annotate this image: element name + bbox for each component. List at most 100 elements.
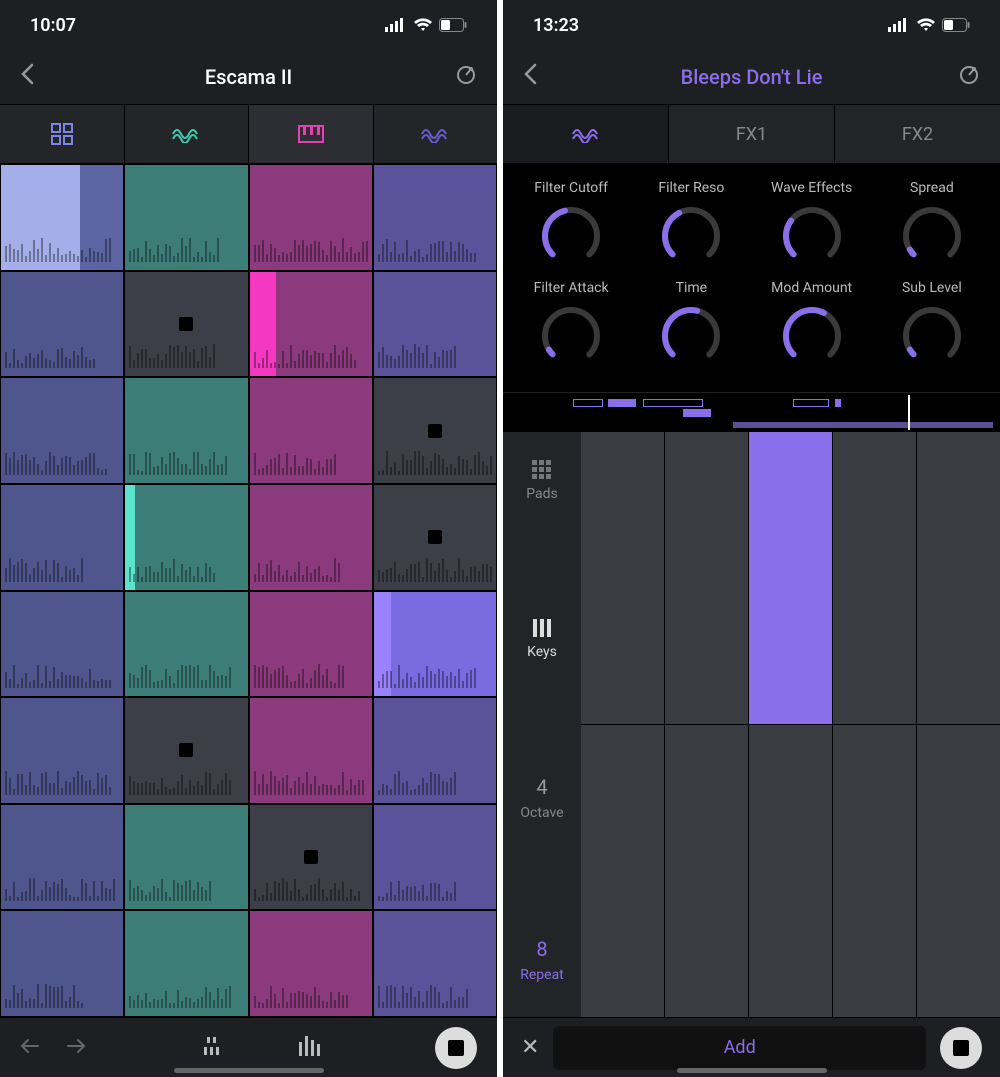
home-indicator: [174, 1068, 324, 1073]
keys-icon: [532, 618, 552, 638]
tab-fx1[interactable]: FX1: [669, 105, 835, 163]
undo-icon[interactable]: [20, 1036, 44, 1060]
redo-icon[interactable]: [62, 1036, 86, 1060]
sidebar-repeat[interactable]: 8 Repeat: [520, 937, 564, 983]
fx-tabs: FX1 FX2: [503, 104, 1000, 164]
clip-2-2[interactable]: [249, 377, 373, 484]
clip-0-0[interactable]: [0, 164, 124, 271]
knob-wave-effects[interactable]: Wave Effects: [754, 180, 869, 268]
knob-time[interactable]: Time: [634, 280, 749, 368]
bottom-toolbar: ✕ Add: [503, 1017, 1000, 1077]
close-button[interactable]: ✕: [521, 1035, 539, 1060]
clip-5-1[interactable]: [124, 697, 248, 804]
status-time: 13:23: [533, 15, 579, 36]
key-6[interactable]: [581, 725, 664, 1017]
track-tab-0[interactable]: [0, 105, 125, 163]
key-2[interactable]: [665, 432, 748, 724]
clip-0-1[interactable]: [124, 164, 248, 271]
clip-7-3[interactable]: [373, 910, 497, 1017]
clip-2-0[interactable]: [0, 377, 124, 484]
knob-sub-level[interactable]: Sub Level: [874, 280, 989, 368]
clip-7-0[interactable]: [0, 910, 124, 1017]
keys-grid: [581, 432, 1000, 1017]
stop-button[interactable]: [940, 1027, 982, 1069]
track-tab-2[interactable]: [249, 105, 374, 163]
signal-icon: [888, 18, 910, 32]
status-time: 10:07: [30, 15, 76, 36]
clip-7-1[interactable]: [124, 910, 248, 1017]
key-3[interactable]: [749, 432, 832, 724]
clip-6-3[interactable]: [373, 804, 497, 911]
clip-6-2[interactable]: [249, 804, 373, 911]
stop-button[interactable]: [435, 1027, 477, 1069]
status-bar: 10:07: [0, 0, 497, 50]
key-4[interactable]: [833, 432, 916, 724]
clip-3-0[interactable]: [0, 484, 124, 591]
signal-icon: [385, 18, 407, 32]
phone-right: 13:23 Bleeps Don't Lie FX1 FX2 Filter Cu…: [503, 0, 1000, 1077]
knob-filter-attack[interactable]: Filter Attack: [513, 280, 628, 368]
metronome-icon[interactable]: [958, 64, 980, 90]
key-7[interactable]: [665, 725, 748, 1017]
home-indicator: [677, 1068, 827, 1073]
bottom-toolbar: [0, 1017, 497, 1077]
mixer-icon[interactable]: [298, 1036, 320, 1060]
clip-6-1[interactable]: [124, 804, 248, 911]
back-button[interactable]: [20, 63, 34, 91]
phone-left: 10:07 Escama II: [0, 0, 497, 1077]
clip-5-3[interactable]: [373, 697, 497, 804]
clip-3-1[interactable]: [124, 484, 248, 591]
key-10[interactable]: [917, 725, 1000, 1017]
clip-3-3[interactable]: [373, 484, 497, 591]
clip-1-3[interactable]: [373, 271, 497, 378]
key-8[interactable]: [749, 725, 832, 1017]
nav-bar: Escama II: [0, 50, 497, 104]
tab-synth[interactable]: [503, 105, 669, 163]
knob-filter-reso[interactable]: Filter Reso: [634, 180, 749, 268]
clip-0-3[interactable]: [373, 164, 497, 271]
status-indicators: [385, 18, 467, 32]
page-title: Escama II: [205, 65, 292, 89]
key-5[interactable]: [917, 432, 1000, 724]
keys-sidebar: Pads Keys 4 Octave 8 Repeat: [503, 432, 581, 1017]
clip-grid: [0, 164, 497, 1017]
clip-2-1[interactable]: [124, 377, 248, 484]
key-1[interactable]: [581, 432, 664, 724]
track-tabs: [0, 104, 497, 164]
page-title: Bleeps Don't Lie: [681, 65, 823, 89]
track-tab-3[interactable]: [374, 105, 498, 163]
sidebar-keys[interactable]: Keys: [527, 618, 557, 660]
track-tab-1[interactable]: [125, 105, 250, 163]
clip-4-0[interactable]: [0, 591, 124, 698]
clip-7-2[interactable]: [249, 910, 373, 1017]
pads-icon: [532, 460, 552, 480]
knob-mod-amount[interactable]: Mod Amount: [754, 280, 869, 368]
clip-6-0[interactable]: [0, 804, 124, 911]
clip-0-2[interactable]: [249, 164, 373, 271]
sidebar-octave[interactable]: 4 Octave: [520, 775, 563, 821]
clip-1-2[interactable]: [249, 271, 373, 378]
timeline[interactable]: [503, 392, 1000, 432]
add-button[interactable]: Add: [553, 1026, 926, 1070]
wifi-icon: [413, 18, 433, 32]
knob-filter-cutoff[interactable]: Filter Cutoff: [513, 180, 628, 268]
sidebar-pads[interactable]: Pads: [526, 460, 558, 502]
clip-1-0[interactable]: [0, 271, 124, 378]
clip-5-0[interactable]: [0, 697, 124, 804]
clip-2-3[interactable]: [373, 377, 497, 484]
battery-icon: [942, 18, 970, 32]
back-button[interactable]: [523, 63, 537, 91]
knob-spread[interactable]: Spread: [874, 180, 989, 268]
arrange-icon[interactable]: [202, 1035, 222, 1061]
wifi-icon: [916, 18, 936, 32]
tab-fx2[interactable]: FX2: [835, 105, 1000, 163]
clip-5-2[interactable]: [249, 697, 373, 804]
clip-4-1[interactable]: [124, 591, 248, 698]
clip-4-2[interactable]: [249, 591, 373, 698]
metronome-icon[interactable]: [455, 64, 477, 90]
clip-1-1[interactable]: [124, 271, 248, 378]
status-indicators: [888, 18, 970, 32]
key-9[interactable]: [833, 725, 916, 1017]
clip-4-3[interactable]: [373, 591, 497, 698]
clip-3-2[interactable]: [249, 484, 373, 591]
